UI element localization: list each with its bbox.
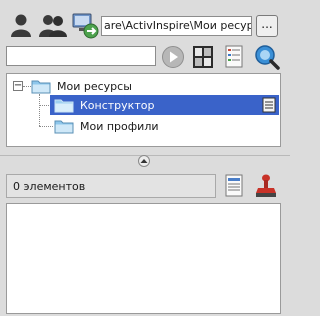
tree-node[interactable]: Мои профили <box>54 117 159 135</box>
folder-icon <box>54 97 74 113</box>
search-go-button[interactable] <box>160 44 186 70</box>
document-list-icon[interactable] <box>222 44 246 70</box>
web-search-icon[interactable] <box>253 43 281 71</box>
list-view-icon[interactable] <box>222 173 246 199</box>
properties-icon[interactable] <box>262 97 276 113</box>
user-icon[interactable] <box>6 11 36 39</box>
resource-pack-icon[interactable] <box>191 44 215 70</box>
browse-button[interactable]: ... <box>256 15 278 37</box>
tree-node-label: Конструктор <box>80 98 155 112</box>
tree-node-label: Мои ресурсы <box>57 79 132 93</box>
tree-node-selected[interactable]: Конструктор <box>50 95 279 115</box>
item-list[interactable] <box>6 203 281 314</box>
users-group-icon[interactable] <box>37 11 69 39</box>
tree-expander[interactable]: − <box>13 79 23 91</box>
item-count-label: 0 элементов <box>13 179 86 193</box>
collapse-up-button[interactable] <box>138 155 150 167</box>
path-field-value: are\ActivInspire\Мои ресурсы <box>104 19 252 32</box>
tree-node-root[interactable]: Мои ресурсы <box>31 77 132 95</box>
search-input[interactable] <box>6 46 156 66</box>
computer-share-icon[interactable] <box>70 10 100 40</box>
folder-icon <box>54 118 74 134</box>
path-field[interactable]: are\ActivInspire\Мои ресурсы <box>101 16 252 36</box>
browse-button-label: ... <box>261 17 273 31</box>
item-count-bar: 0 элементов <box>6 174 216 198</box>
stamp-icon[interactable] <box>253 172 279 200</box>
folder-icon <box>31 78 51 94</box>
tree-node-label: Мои профили <box>80 119 159 133</box>
folder-tree: − Мои ресурсы Конструктор Мои профили <box>6 73 281 147</box>
tree-expander-glyph: − <box>13 79 23 91</box>
